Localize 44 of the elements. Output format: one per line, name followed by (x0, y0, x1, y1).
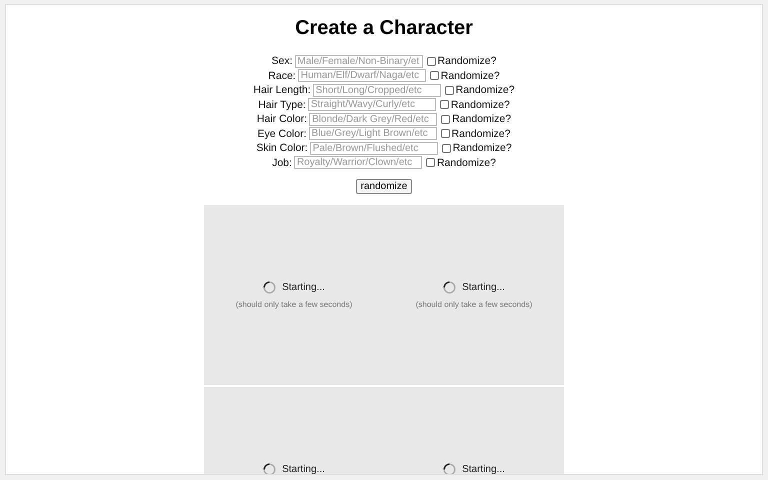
checkbox-label: Randomize? (452, 128, 510, 140)
input-field[interactable]: Short/Long/Cropped/etc (312, 84, 441, 97)
field-label: Skin Color: (256, 142, 308, 154)
input-field[interactable]: Straight/Wavy/Curly/etc (308, 98, 436, 112)
input-field[interactable]: Blue/Grey/Light Brown/etc (308, 127, 437, 140)
spinner-icon (263, 281, 276, 294)
spinner-icon (443, 463, 456, 474)
randomize-checkbox[interactable] (442, 144, 451, 153)
status-text: Starting... (282, 282, 325, 293)
input-field[interactable]: Human/Elf/Dwarf/Naga/etc (298, 69, 426, 82)
spinner-icon (443, 281, 456, 294)
field-label: Sex: (272, 55, 293, 68)
field-label: Job: (272, 156, 292, 169)
checkbox-label: Randomize? (438, 55, 496, 68)
field-label: Hair Color: (256, 113, 308, 126)
randomize-checkbox[interactable] (440, 100, 449, 110)
input-field[interactable]: Pale/Brown/Flushed/etc (310, 142, 438, 155)
checkbox-label: Randomize? (452, 113, 512, 126)
field-label: Hair Length: (253, 84, 311, 96)
field-label: Hair Type: (258, 98, 306, 111)
randomize-checkbox[interactable] (444, 86, 454, 95)
page-title: Create a Character (294, 17, 474, 40)
checkbox-label: Randomize? (440, 70, 500, 82)
checkbox-label: Randomize? (456, 84, 515, 96)
hint-text: (should only take a few seconds) (416, 300, 532, 309)
field-label: Eye Color: (258, 128, 307, 140)
randomize-button[interactable]: randomize (356, 179, 412, 194)
randomize-checkbox[interactable] (430, 71, 439, 80)
checkbox-label: Randomize? (436, 156, 496, 169)
input-field[interactable]: Blonde/Dark Grey/Red/etc (309, 112, 438, 126)
spinner-icon (263, 463, 276, 474)
randomize-checkbox[interactable] (440, 129, 450, 138)
randomize-checkbox[interactable] (426, 56, 436, 66)
randomize-checkbox[interactable] (441, 114, 450, 124)
field-label: Race: (268, 70, 296, 82)
randomize-checkbox[interactable] (426, 158, 435, 168)
checkbox-label: Randomize? (450, 98, 510, 111)
status-text: Starting... (462, 282, 505, 293)
status-text: Starting... (282, 464, 325, 474)
input-field[interactable]: Royalty/Warrior/Clown/etc (294, 156, 422, 170)
hint-text: (should only take a few seconds) (236, 300, 352, 309)
status-text: Starting... (462, 464, 505, 474)
checkbox-label: Randomize? (452, 142, 512, 154)
input-field[interactable]: Male/Female/Non-Binary/et (294, 54, 423, 68)
